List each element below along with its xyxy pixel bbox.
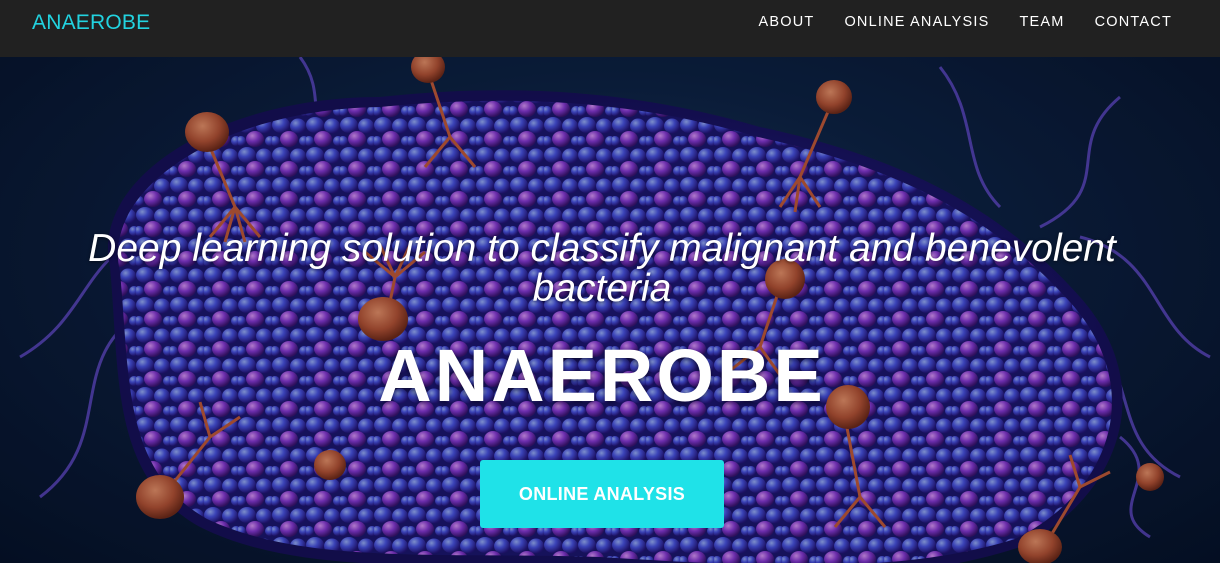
nav-link-about[interactable]: ABOUT — [758, 14, 814, 30]
nav-link-online-analysis[interactable]: ONLINE ANALYSIS — [844, 14, 989, 30]
nav-link-contact[interactable]: CONTACT — [1095, 14, 1172, 30]
nav-link-team[interactable]: TEAM — [1020, 14, 1065, 30]
hero-title: ANAEROBE — [378, 334, 826, 417]
online-analysis-button[interactable]: ONLINE ANALYSIS — [480, 460, 724, 528]
nav-links: ABOUT ONLINE ANALYSIS TEAM CONTACT — [758, 14, 1172, 30]
top-navbar: ANAEROBE ABOUT ONLINE ANALYSIS TEAM CONT… — [0, 0, 1220, 57]
hero-tagline: Deep learning solution to classify malig… — [88, 227, 1116, 310]
brand-logo-link[interactable]: ANAEROBE — [32, 11, 150, 35]
hero-section: Deep learning solution to classify malig… — [0, 57, 1220, 563]
